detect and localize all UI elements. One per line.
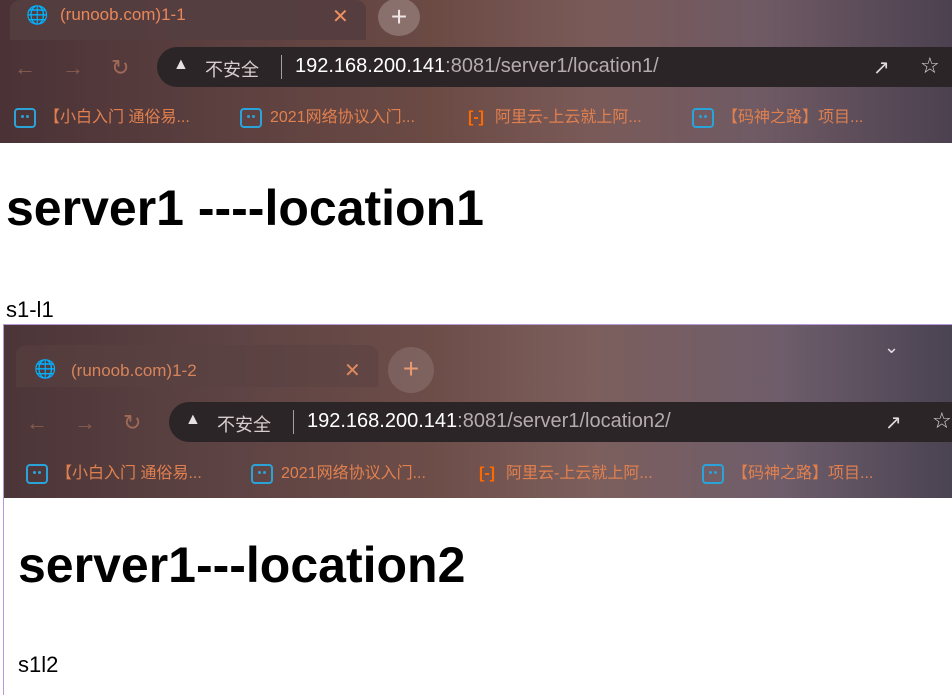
warning-icon[interactable]: ▲ — [173, 56, 191, 74]
bookmark-item[interactable]: 2021网络协议入门... — [240, 103, 415, 128]
address-bar[interactable]: ▲ 不安全 192.168.200.141:8081/server1/locat… — [157, 47, 952, 87]
bookmark-star-icon[interactable]: ☆ — [920, 53, 940, 79]
globe-icon: 🌐 — [26, 5, 49, 25]
share-icon[interactable]: ↗ — [885, 410, 902, 435]
new-tab-button[interactable]: + — [378, 0, 420, 36]
browser-window-1: 🌐 (runoob.com)1-1 ✕ + ← → ↻ ▲ 不安全 192.16… — [0, 0, 952, 324]
page-heading: server1 ----location1 — [6, 180, 484, 236]
chevron-down-icon[interactable]: ⌄ — [884, 337, 899, 358]
forward-arrow-icon[interactable]: → — [74, 410, 96, 436]
bookmark-label: 【码神之路】项目... — [722, 109, 864, 126]
url-path: :8081/server1/location2/ — [457, 410, 671, 432]
bookmark-label: 2021网络协议入门... — [281, 465, 426, 482]
close-tab-icon[interactable]: ✕ — [344, 358, 361, 383]
warning-icon[interactable]: ▲ — [185, 411, 203, 429]
bookmark-label: 阿里云-上云就上阿... — [506, 465, 653, 482]
share-icon[interactable]: ↗ — [873, 55, 890, 80]
bookmark-label: 2021网络协议入门... — [270, 109, 415, 126]
bookmark-star-icon[interactable]: ☆ — [932, 408, 952, 434]
bookmark-item[interactable]: 【码神之路】项目... — [692, 103, 863, 128]
bilibili-icon — [692, 107, 714, 128]
bilibili-icon — [240, 107, 262, 128]
bookmark-label: 【小白入门 通俗易... — [44, 109, 190, 126]
security-label[interactable]: 不安全 — [217, 411, 271, 437]
reload-icon[interactable]: ↻ — [123, 410, 141, 436]
address-bar[interactable]: ▲ 不安全 192.168.200.141:8081/server1/locat… — [169, 402, 952, 442]
divider — [293, 410, 294, 434]
browser-chrome: 🌐 (runoob.com)1-1 ✕ + ← → ↻ ▲ 不安全 192.16… — [0, 0, 952, 143]
bookmark-label: 【小白入门 通俗易... — [56, 465, 202, 482]
divider — [281, 55, 282, 79]
back-arrow-icon[interactable]: ← — [14, 55, 36, 81]
page-paragraph: s1-l1 — [6, 297, 54, 322]
security-label[interactable]: 不安全 — [205, 56, 259, 82]
tab-active[interactable]: 🌐 (runoob.com)1-2 ✕ — [16, 345, 378, 387]
tab-title: (runoob.com)1-2 — [71, 361, 197, 380]
bookmark-item[interactable]: [-] 阿里云-上云就上阿... — [465, 103, 642, 128]
bookmark-label: 【码神之路】项目... — [732, 465, 874, 482]
back-arrow-icon[interactable]: ← — [26, 410, 48, 436]
close-tab-icon[interactable]: ✕ — [332, 4, 349, 29]
bookmarks-bar: 【小白入门 通俗易... 2021网络协议入门... [-] 阿里云-上云就上阿.… — [0, 99, 952, 135]
bookmark-item[interactable]: [-] 阿里云-上云就上阿... — [476, 459, 653, 484]
page-heading: server1---location2 — [18, 537, 466, 593]
bookmark-item[interactable]: 【码神之路】项目... — [702, 459, 873, 484]
url-text[interactable]: 192.168.200.141:8081/server1/location2/ — [307, 410, 671, 433]
bookmarks-bar: 【小白入门 通俗易... 2021网络协议入门... [-] 阿里云-上云就上阿.… — [4, 455, 952, 491]
page-paragraph: s1l2 — [18, 652, 59, 677]
url-text[interactable]: 192.168.200.141:8081/server1/location1/ — [295, 55, 659, 78]
bookmark-item[interactable]: 2021网络协议入门... — [251, 459, 426, 484]
reload-icon[interactable]: ↻ — [111, 55, 129, 81]
globe-icon: 🌐 — [34, 359, 57, 379]
toolbar: ← → ↻ ▲ 不安全 192.168.200.141:8081/server1… — [0, 42, 952, 92]
tab-active[interactable]: 🌐 (runoob.com)1-1 ✕ — [10, 0, 366, 40]
bookmark-label: 阿里云-上云就上阿... — [495, 109, 642, 126]
url-path: :8081/server1/location1/ — [445, 55, 659, 77]
url-host: 192.168.200.141 — [307, 410, 458, 432]
bilibili-icon — [251, 463, 273, 484]
bilibili-icon — [14, 107, 36, 128]
aliyun-icon: [-] — [468, 108, 484, 126]
bilibili-icon — [26, 463, 48, 484]
aliyun-icon: [-] — [479, 464, 495, 482]
url-host: 192.168.200.141 — [295, 55, 446, 77]
browser-chrome: 🌐 (runoob.com)1-2 ✕ + ⌄ ← → ↻ ▲ 不安全 192.… — [4, 325, 952, 498]
new-tab-button[interactable]: + — [388, 347, 434, 393]
bookmark-item[interactable]: 【小白入门 通俗易... — [26, 459, 202, 484]
forward-arrow-icon[interactable]: → — [62, 55, 84, 81]
bookmark-item[interactable]: 【小白入门 通俗易... — [14, 103, 190, 128]
bilibili-icon — [702, 463, 724, 484]
toolbar: ← → ↻ ▲ 不安全 192.168.200.141:8081/server1… — [4, 397, 952, 447]
browser-window-2: 🌐 (runoob.com)1-2 ✕ + ⌄ ← → ↻ ▲ 不安全 192.… — [3, 324, 952, 695]
tab-title: (runoob.com)1-1 — [60, 5, 186, 24]
